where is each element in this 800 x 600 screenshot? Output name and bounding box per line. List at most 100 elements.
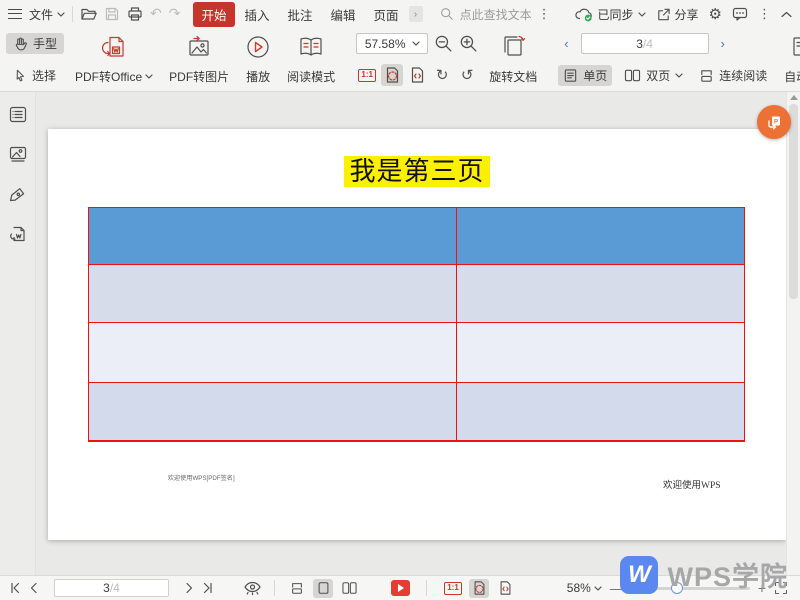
more-vert-icon[interactable]: ⋮ bbox=[758, 7, 771, 22]
export-word-panel-button[interactable] bbox=[8, 224, 28, 244]
annotate-panel-button[interactable] bbox=[8, 184, 28, 204]
table-cell bbox=[455, 265, 744, 323]
last-page-icon[interactable] bbox=[201, 582, 215, 594]
find-text-placeholder: 点此查找文本 bbox=[459, 7, 532, 22]
pdf-to-image-button[interactable]: PDF转图片 bbox=[162, 31, 236, 88]
tab-comment[interactable]: 批注 bbox=[280, 2, 321, 27]
vertical-scrollbar[interactable] bbox=[786, 92, 800, 575]
divider bbox=[274, 580, 275, 596]
rotate-document-button[interactable]: 旋转文档 bbox=[482, 31, 544, 88]
menu-right-group: 已同步 分享 ⚙ ⋮ bbox=[574, 5, 792, 23]
main-area: 我是第三页 欢迎使用WPS[PDF签名] 欢迎使用WPS P bbox=[0, 92, 800, 575]
rotate-cw-button[interactable]: ↻ bbox=[431, 64, 453, 86]
page-view-group: ‹ 3/4 › 单页 双页 连续阅读 bbox=[556, 31, 773, 88]
continuous-read-icon bbox=[292, 583, 302, 594]
play-label: 播放 bbox=[246, 70, 271, 84]
chevron-down-icon bbox=[637, 11, 646, 17]
table-cell bbox=[89, 383, 456, 441]
select-tool-button[interactable]: 选择 bbox=[6, 65, 64, 86]
tab-insert[interactable]: 插入 bbox=[237, 2, 278, 27]
next-page-icon[interactable] bbox=[183, 582, 195, 594]
first-page-icon[interactable] bbox=[8, 582, 22, 594]
undo-icon[interactable]: ↶ bbox=[150, 6, 162, 22]
fit-page-button[interactable] bbox=[381, 64, 404, 86]
select-tool-label: 选择 bbox=[32, 69, 57, 83]
tab-overflow-button[interactable]: › bbox=[408, 6, 423, 22]
status-fit-width-button[interactable] bbox=[495, 579, 515, 598]
file-menu[interactable]: 文件 bbox=[29, 6, 65, 23]
zoom-input[interactable]: 57.58% bbox=[356, 33, 429, 54]
page-total: /4 bbox=[642, 36, 653, 51]
status-continuous-button[interactable] bbox=[287, 579, 307, 598]
fit-page-icon bbox=[386, 67, 398, 83]
status-single-page-button[interactable] bbox=[313, 578, 333, 598]
hand-icon bbox=[15, 37, 27, 51]
fit-width-button[interactable] bbox=[406, 64, 428, 86]
left-panel-bar bbox=[0, 92, 36, 575]
pdf-page[interactable]: 我是第三页 欢迎使用WPS[PDF签名] 欢迎使用WPS bbox=[48, 129, 786, 540]
svg-text:P: P bbox=[774, 120, 778, 126]
auto-scroll-icon bbox=[793, 37, 800, 56]
tab-edit[interactable]: 编辑 bbox=[323, 2, 364, 27]
tab-home[interactable]: 开始 bbox=[193, 1, 235, 27]
doc-w-icon bbox=[9, 226, 25, 242]
doc-convert-icon: P bbox=[768, 116, 780, 130]
tab-page[interactable]: 页面 bbox=[366, 2, 407, 27]
document-table bbox=[88, 207, 745, 442]
scrollbar-thumb[interactable] bbox=[789, 104, 798, 299]
save-icon[interactable] bbox=[104, 6, 120, 22]
pdf-to-office-button[interactable]: PDF转Office bbox=[68, 31, 160, 88]
wps-academy-label: WPS学院 bbox=[667, 562, 788, 592]
image-panel-button[interactable] bbox=[8, 144, 28, 164]
cloud-sync-icon bbox=[574, 8, 592, 21]
zoom-out-icon[interactable] bbox=[434, 34, 453, 53]
prev-page-icon[interactable] bbox=[28, 582, 40, 594]
thumbnail-panel-button[interactable] bbox=[8, 104, 28, 124]
document-canvas[interactable]: 我是第三页 欢迎使用WPS[PDF签名] 欢迎使用WPS P bbox=[36, 92, 791, 575]
menu-bar: 文件 ↶ ↷ 开始 插入 批注 编辑 页面 › 点此查找文本 ⋮ 已同步 分享 … bbox=[0, 0, 800, 28]
status-actual-size-button[interactable]: 1:1 bbox=[443, 579, 463, 598]
double-page-button[interactable]: 双页 bbox=[620, 65, 687, 86]
pdf-to-image-label: PDF转图片 bbox=[169, 70, 230, 84]
share-button[interactable]: 分享 bbox=[656, 6, 699, 23]
actual-size-button[interactable]: 1:1 bbox=[356, 64, 378, 86]
zoom-in-icon[interactable] bbox=[459, 34, 478, 53]
zoom-value: 57.58% bbox=[364, 36, 406, 51]
auto-scroll-button[interactable]: 自动滚 bbox=[777, 31, 800, 88]
pointer-tools: 手型 选择 bbox=[4, 31, 66, 88]
footer-note-right: 欢迎使用WPS bbox=[663, 481, 721, 491]
search-more-icon[interactable]: ⋮ bbox=[538, 7, 551, 22]
eye-protect-icon[interactable] bbox=[243, 581, 262, 595]
status-play-button[interactable] bbox=[391, 580, 410, 596]
next-page-icon[interactable]: › bbox=[715, 36, 731, 51]
print-icon[interactable] bbox=[127, 6, 143, 22]
hamburger-icon[interactable] bbox=[8, 9, 22, 19]
one-to-one-icon: 1:1 bbox=[444, 581, 462, 595]
rotate-ccw-icon: ↺ bbox=[460, 65, 474, 84]
collapse-ribbon-icon[interactable] bbox=[781, 11, 792, 18]
wps-academy-watermark: W WPS学院 bbox=[620, 555, 788, 594]
divider bbox=[426, 580, 427, 596]
status-zoom-value[interactable]: 58% bbox=[567, 581, 602, 595]
rotate-ccw-button[interactable]: ↺ bbox=[456, 64, 478, 86]
scroll-up-icon[interactable] bbox=[790, 95, 798, 100]
status-fit-page-button[interactable] bbox=[469, 578, 489, 598]
status-double-page-button[interactable] bbox=[339, 579, 359, 598]
floating-convert-button[interactable]: P bbox=[757, 105, 791, 139]
feedback-icon[interactable] bbox=[732, 7, 748, 21]
gear-icon[interactable]: ⚙ bbox=[709, 5, 722, 23]
open-file-icon[interactable] bbox=[80, 6, 97, 22]
sync-status[interactable]: 已同步 bbox=[574, 6, 646, 23]
hand-tool-button[interactable]: 手型 bbox=[6, 33, 65, 54]
page-number-input[interactable]: 3/4 bbox=[580, 33, 709, 54]
find-text-box[interactable]: 点此查找文本 ⋮ bbox=[440, 6, 551, 23]
read-mode-button[interactable]: 阅读模式 bbox=[280, 31, 342, 88]
prev-page-icon[interactable]: ‹ bbox=[558, 36, 574, 51]
fit-width-icon bbox=[500, 581, 510, 595]
single-page-button[interactable]: 单页 bbox=[558, 65, 613, 86]
table-row bbox=[89, 208, 744, 265]
continuous-read-button[interactable]: 连续阅读 bbox=[695, 65, 771, 86]
play-button[interactable]: 播放 bbox=[238, 31, 278, 88]
redo-icon[interactable]: ↷ bbox=[169, 6, 181, 22]
status-page-input[interactable]: 3/4 bbox=[54, 579, 169, 597]
